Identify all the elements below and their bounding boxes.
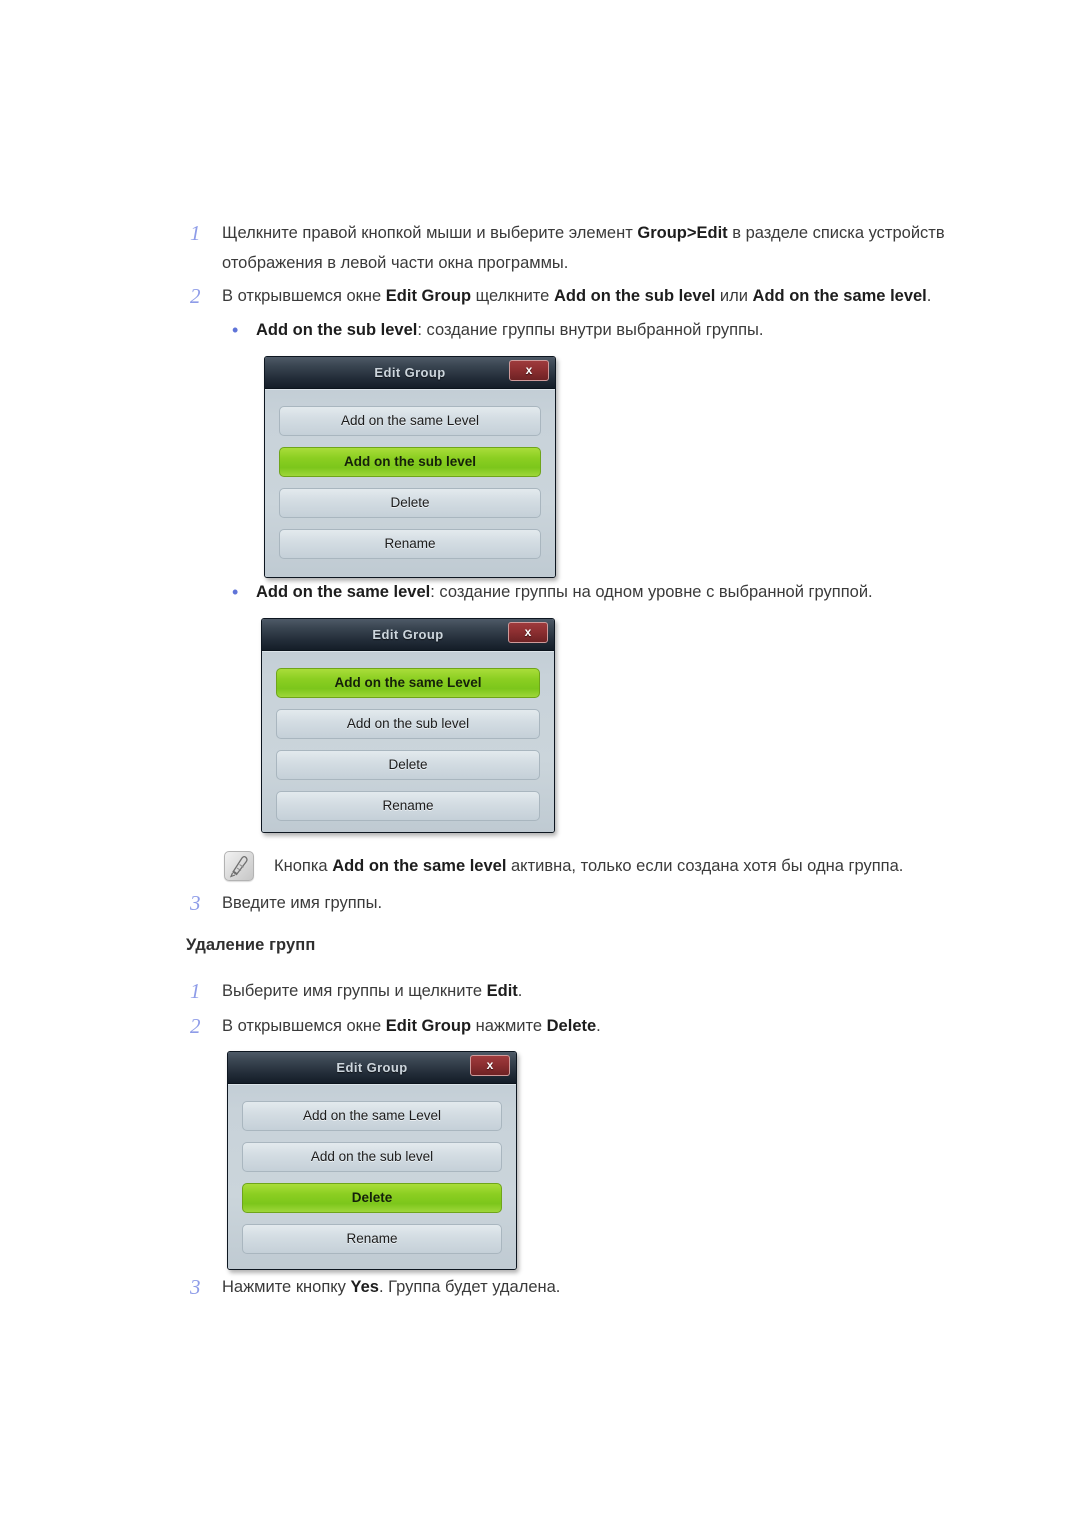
edit-group-dialog-sub-level[interactable]: Edit Group x Add on the same Level Add o… [264,356,556,578]
step-text: Щелкните правой кнопкой мыши и выберите … [222,224,945,272]
button-delete[interactable]: Delete [242,1183,502,1213]
step-item-3-bottom: 3 Нажмите кнопку Yes. Группа будет удале… [186,1272,886,1302]
document-page: 1 Щелкните правой кнопкой мыши и выберит… [0,0,1080,1527]
button-add-on-same-level[interactable]: Add on the same Level [279,406,541,436]
note-text: Кнопка Add on the same level активна, то… [274,857,904,875]
step-item-1-bottom: 1 Выберите имя группы и щелкните Edit. [186,976,886,1006]
dialog-title-bar: Edit Group x [228,1052,516,1084]
step-text: В открывшемся окне Edit Group нажмите De… [222,1017,601,1035]
bullet-item-sub-level: • Add on the sub level: создание группы … [226,316,1016,344]
dialog-body: Add on the same Level Add on the sub lev… [262,651,554,832]
button-delete[interactable]: Delete [276,750,540,780]
bullet-marker: • [232,582,239,602]
button-add-on-same-level[interactable]: Add on the same Level [276,668,540,698]
step-number: 1 [190,221,201,245]
step-item-1: 1 Щелкните правой кнопкой мыши и выберит… [186,218,986,278]
close-icon[interactable]: x [508,622,548,643]
step-text: Нажмите кнопку Yes. Группа будет удалена… [222,1278,561,1296]
close-icon[interactable]: x [509,360,549,381]
step-number: 2 [190,1014,201,1038]
close-icon[interactable]: x [470,1055,510,1076]
dialog-title-bar: Edit Group x [262,619,554,651]
step-text: Выберите имя группы и щелкните Edit. [222,982,523,1000]
note-pen-icon [224,851,254,881]
step-number: 1 [190,979,201,1003]
step-number: 2 [190,284,201,308]
dialog-title-bar: Edit Group x [265,357,555,389]
bullet-text: Add on the sub level: создание группы вн… [256,321,764,339]
note-callout: Кнопка Add on the same level активна, то… [224,851,984,881]
step-item-2: 2 В открывшемся окне Edit Group щелкните… [186,281,1016,311]
button-add-on-sub-level[interactable]: Add on the sub level [279,447,541,477]
edit-group-dialog-same-level[interactable]: Edit Group x Add on the same Level Add o… [261,618,555,833]
edit-group-dialog-delete[interactable]: Edit Group x Add on the same Level Add o… [227,1051,517,1270]
step-number: 3 [190,1275,201,1299]
button-rename[interactable]: Rename [276,791,540,821]
dialog-body: Add on the same Level Add on the sub lev… [228,1084,516,1269]
button-delete[interactable]: Delete [279,488,541,518]
button-add-on-sub-level[interactable]: Add on the sub level [242,1142,502,1172]
button-add-on-sub-level[interactable]: Add on the sub level [276,709,540,739]
step-number: 3 [190,891,201,915]
button-add-on-same-level[interactable]: Add on the same Level [242,1101,502,1131]
section-heading-delete-groups: Удаление групп [186,936,316,954]
bullet-text: Add on the same level: создание группы н… [256,583,873,601]
step-text: Введите имя группы. [222,894,383,912]
step-item-2-bottom: 2 В открывшемся окне Edit Group нажмите … [186,1011,886,1041]
button-rename[interactable]: Rename [242,1224,502,1254]
step-item-3-top: 3 Введите имя группы. [186,888,886,918]
step-text: В открывшемся окне Edit Group щелкните A… [222,287,932,305]
dialog-body: Add on the same Level Add on the sub lev… [265,389,555,577]
button-rename[interactable]: Rename [279,529,541,559]
bullet-marker: • [232,320,239,340]
bullet-item-same-level: • Add on the same level: создание группы… [226,578,1016,606]
